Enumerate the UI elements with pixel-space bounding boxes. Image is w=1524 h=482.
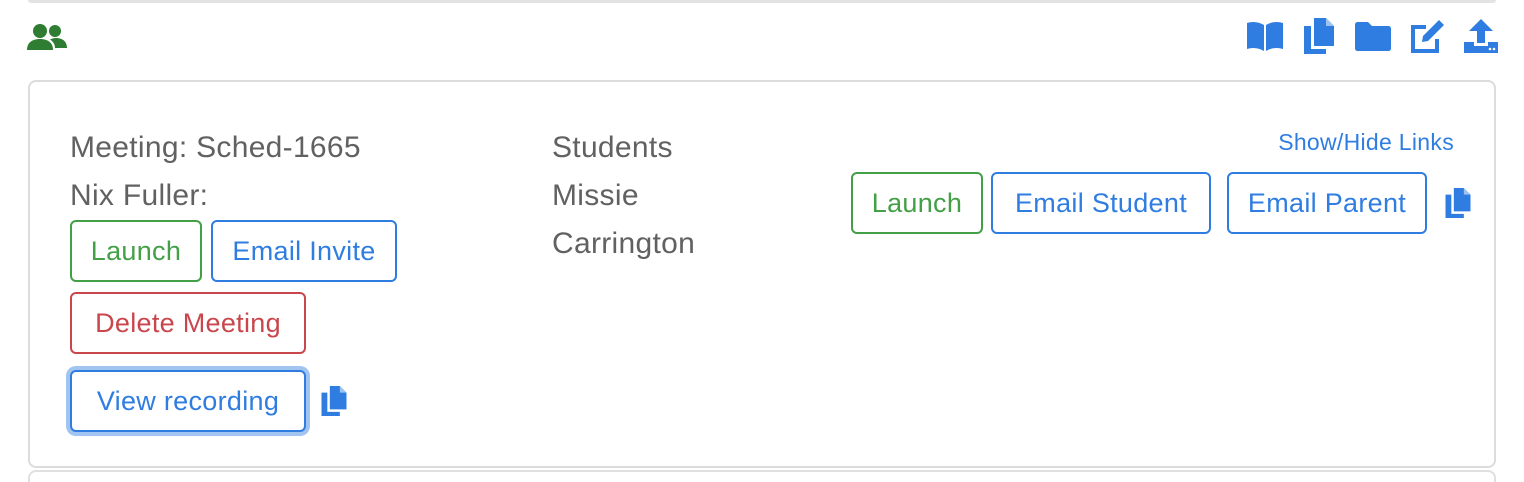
delete-meeting-button[interactable]: Delete Meeting xyxy=(70,292,306,354)
student-last-name: Carrington xyxy=(552,227,696,260)
toolbar xyxy=(1246,18,1500,54)
view-recording-button[interactable]: View recording xyxy=(70,370,306,432)
copy-student-link-button[interactable] xyxy=(1443,187,1473,219)
toolbar-folder-button[interactable] xyxy=(1354,18,1392,54)
email-parent-button[interactable]: Email Parent xyxy=(1227,172,1427,234)
book-open-icon xyxy=(1247,21,1283,51)
launch-meeting-button[interactable]: Launch xyxy=(70,220,202,282)
previous-card-edge xyxy=(28,0,1496,3)
copy-icon xyxy=(1445,188,1471,218)
student-first-name: Missie xyxy=(552,179,639,212)
copy-icon xyxy=(321,386,347,416)
copy-recording-link-button[interactable] xyxy=(319,385,349,417)
toolbar-upload-button[interactable] xyxy=(1462,18,1500,54)
copy-icon xyxy=(1304,18,1334,54)
meeting-card: Meeting: Sched-1665 Nix Fuller: Launch E… xyxy=(28,80,1496,468)
email-student-button[interactable]: Email Student xyxy=(991,172,1211,234)
host-name: Nix Fuller: xyxy=(70,179,209,212)
toolbar-edit-button[interactable] xyxy=(1408,18,1446,54)
toolbar-copy-button[interactable] xyxy=(1300,18,1338,54)
show-hide-links[interactable]: Show/Hide Links xyxy=(1278,129,1454,156)
upload-icon xyxy=(1464,19,1498,53)
launch-student-button[interactable]: Launch xyxy=(851,172,983,234)
folder-icon xyxy=(1355,22,1391,51)
next-card-edge xyxy=(28,470,1496,482)
meeting-title: Meeting: Sched-1665 xyxy=(70,131,361,164)
edit-icon xyxy=(1411,20,1444,53)
users-icon xyxy=(26,22,68,54)
students-heading: Students xyxy=(552,131,673,164)
email-invite-button[interactable]: Email Invite xyxy=(211,220,397,282)
toolbar-book-button[interactable] xyxy=(1246,18,1284,54)
